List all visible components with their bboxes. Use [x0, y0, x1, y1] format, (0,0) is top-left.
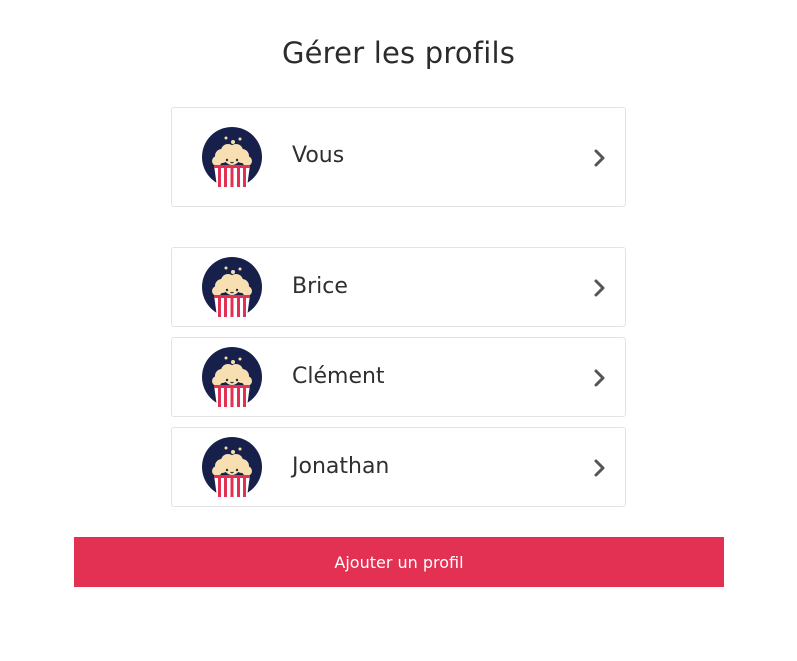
manage-profiles-page: Gérer les profils Vous Brice Clément Jon… [0, 0, 797, 661]
profile-name: Brice [292, 274, 348, 299]
popcorn-avatar-icon [202, 437, 262, 497]
profile-card-brice[interactable]: Brice [171, 247, 626, 327]
popcorn-avatar-icon [202, 127, 262, 187]
chevron-right-icon [593, 148, 607, 168]
profile-name: Vous [292, 143, 345, 168]
chevron-right-icon [593, 278, 607, 298]
profile-name: Jonathan [292, 454, 390, 479]
profile-card-me[interactable]: Vous [171, 107, 626, 207]
chevron-right-icon [593, 458, 607, 478]
popcorn-avatar-icon [202, 347, 262, 407]
profile-card-jonathan[interactable]: Jonathan [171, 427, 626, 507]
profile-name: Clément [292, 364, 385, 389]
add-profile-button[interactable]: Ajouter un profil [74, 537, 724, 587]
profile-card-clement[interactable]: Clément [171, 337, 626, 417]
popcorn-avatar-icon [202, 257, 262, 317]
page-title: Gérer les profils [281, 36, 516, 70]
chevron-right-icon [593, 368, 607, 388]
